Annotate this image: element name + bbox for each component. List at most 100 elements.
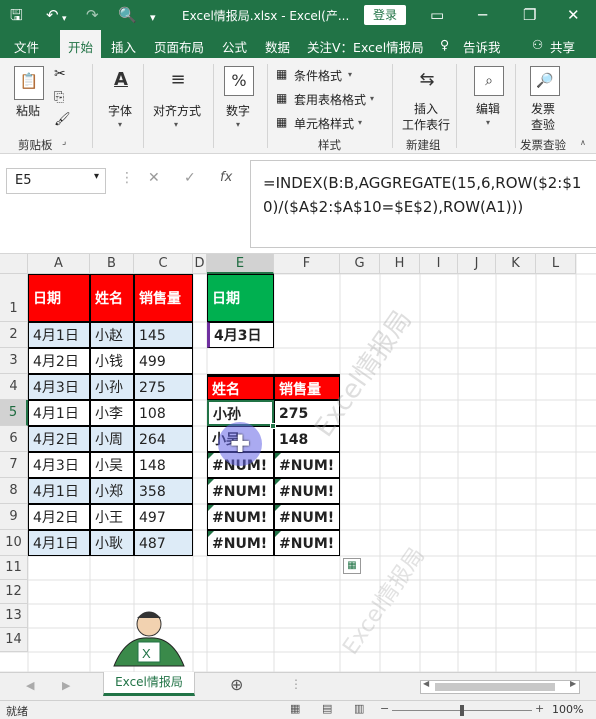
- table-cell[interactable]: 145: [134, 322, 193, 348]
- minimize-icon[interactable]: ─: [478, 5, 487, 25]
- error-indicator-icon[interactable]: [275, 453, 281, 459]
- percent-icon[interactable]: %: [224, 66, 254, 96]
- cancel-icon[interactable]: ✕: [148, 170, 160, 186]
- error-cell[interactable]: #NUM!: [274, 452, 340, 478]
- tab-file[interactable]: 文件: [14, 37, 39, 56]
- save-icon[interactable]: 🖫: [10, 5, 23, 25]
- table-cell[interactable]: 4月1日: [28, 322, 90, 348]
- format-painter-icon[interactable]: 🖌: [54, 112, 71, 127]
- row-header-4[interactable]: 4: [0, 374, 28, 400]
- table-cell[interactable]: 358: [134, 478, 193, 504]
- column-header-i[interactable]: I: [420, 254, 458, 274]
- chevron-down-icon[interactable]: ▾: [370, 94, 374, 103]
- row-header-12[interactable]: 12: [0, 580, 28, 604]
- left-header-2[interactable]: 销售量: [134, 274, 193, 322]
- table-format-button[interactable]: 套用表格格式: [294, 91, 366, 108]
- scrollbar-thumb[interactable]: [435, 683, 555, 691]
- sheet-tab-active[interactable]: Excel情报局: [103, 672, 195, 696]
- error-cell[interactable]: #NUM!: [207, 504, 274, 530]
- add-sheet-icon[interactable]: ⊕: [230, 675, 243, 694]
- font-dropdown-icon[interactable]: ▾: [118, 120, 122, 129]
- restore-icon[interactable]: ❐: [523, 5, 536, 25]
- paste-icon[interactable]: 📋: [14, 66, 44, 100]
- quick-analysis-icon[interactable]: ▦: [343, 558, 361, 574]
- left-header-1[interactable]: 姓名: [90, 274, 134, 322]
- row-header-14[interactable]: 14: [0, 628, 28, 652]
- row-header-11[interactable]: 11: [0, 556, 28, 580]
- column-header-b[interactable]: B: [90, 254, 134, 274]
- row-header-2[interactable]: 2: [0, 322, 28, 348]
- table-cell[interactable]: 264: [134, 426, 193, 452]
- row-header-3[interactable]: 3: [0, 348, 28, 374]
- formula-input[interactable]: =INDEX(B:B,AGGREGATE(15,6,ROW($2:$10)/($…: [250, 160, 596, 248]
- enter-icon[interactable]: ✓: [184, 170, 196, 186]
- error-cell[interactable]: #NUM!: [207, 530, 274, 556]
- column-header-g[interactable]: G: [340, 254, 380, 274]
- zoom-in-icon[interactable]: +: [535, 702, 544, 715]
- row-header-7[interactable]: 7: [0, 452, 28, 478]
- column-header-k[interactable]: K: [496, 254, 536, 274]
- error-cell[interactable]: #NUM!: [274, 530, 340, 556]
- error-cell[interactable]: #NUM!: [274, 478, 340, 504]
- invoice-label-2[interactable]: 查验: [531, 116, 555, 133]
- next-sheet-icon[interactable]: ▶: [62, 679, 70, 692]
- font-icon[interactable]: A: [106, 66, 136, 96]
- table-cell[interactable]: 4月2日: [28, 426, 90, 452]
- table-cell[interactable]: 4月2日: [28, 504, 90, 530]
- error-indicator-icon[interactable]: [275, 505, 281, 511]
- prev-sheet-icon[interactable]: ◀: [26, 679, 34, 692]
- undo-icon[interactable]: ↶: [46, 5, 59, 25]
- table-cell[interactable]: 小钱: [90, 348, 134, 374]
- table-cell[interactable]: 497: [134, 504, 193, 530]
- number-dropdown-icon[interactable]: ▾: [236, 120, 240, 129]
- share-button[interactable]: 共享: [550, 37, 575, 56]
- table-cell[interactable]: 小赵: [90, 322, 134, 348]
- tab-formulas[interactable]: 公式: [222, 37, 247, 56]
- invoice-label[interactable]: 发票: [531, 100, 555, 117]
- collapse-ribbon-icon[interactable]: ∧: [580, 138, 586, 147]
- error-indicator-icon[interactable]: [208, 531, 214, 537]
- page-layout-icon[interactable]: ▤: [322, 702, 332, 715]
- tell-me[interactable]: 告诉我: [463, 37, 501, 56]
- cell-style-button[interactable]: 单元格样式: [294, 115, 354, 132]
- customize-quick-access-icon[interactable]: ▾: [150, 8, 156, 28]
- zoom-out-icon[interactable]: −: [380, 702, 389, 715]
- row-header-1[interactable]: 1: [0, 274, 28, 322]
- table-cell[interactable]: 小郑: [90, 478, 134, 504]
- column-header-e[interactable]: E: [207, 254, 274, 274]
- tab-insert[interactable]: 插入: [111, 37, 136, 56]
- table-cell[interactable]: 4月1日: [28, 400, 90, 426]
- edit-dropdown-icon[interactable]: ▾: [486, 118, 490, 127]
- table-cell[interactable]: 487: [134, 530, 193, 556]
- lookup-value[interactable]: 4月3日: [207, 322, 274, 348]
- right-header-0[interactable]: 姓名: [207, 374, 274, 400]
- column-header-l[interactable]: L: [536, 254, 576, 274]
- print-preview-icon[interactable]: 🔍: [118, 5, 137, 25]
- tab-page-layout[interactable]: 页面布局: [154, 37, 204, 56]
- page-break-icon[interactable]: ▥: [354, 702, 364, 715]
- redo-icon[interactable]: ↷: [86, 5, 99, 25]
- tab-home[interactable]: 开始: [60, 30, 102, 58]
- invoice-icon[interactable]: 🔎: [530, 66, 560, 96]
- namebox-dropdown-icon[interactable]: ▾: [94, 171, 99, 182]
- insert-function-icon[interactable]: fx: [220, 170, 232, 185]
- cut-icon[interactable]: ✂: [54, 66, 66, 82]
- row-header-5[interactable]: 5: [0, 400, 28, 426]
- close-icon[interactable]: ✕: [567, 5, 580, 25]
- tab-data[interactable]: 数据: [265, 37, 290, 56]
- table-cell[interactable]: 小孙: [90, 374, 134, 400]
- table-cell[interactable]: 148: [134, 452, 193, 478]
- error-indicator-icon[interactable]: [208, 479, 214, 485]
- chevron-down-icon[interactable]: ▾: [348, 70, 352, 79]
- zoom-slider-thumb[interactable]: [460, 705, 464, 716]
- error-cell[interactable]: #NUM!: [207, 478, 274, 504]
- column-header-c[interactable]: C: [134, 254, 193, 274]
- login-button[interactable]: 登录: [364, 5, 406, 25]
- table-cell[interactable]: 小周: [90, 426, 134, 452]
- left-header-0[interactable]: 日期: [28, 274, 90, 322]
- table-cell[interactable]: 小吴: [90, 452, 134, 478]
- table-cell[interactable]: 小王: [90, 504, 134, 530]
- error-indicator-icon[interactable]: [275, 479, 281, 485]
- column-header-a[interactable]: A: [28, 254, 90, 274]
- find-icon[interactable]: ⌕: [474, 66, 504, 96]
